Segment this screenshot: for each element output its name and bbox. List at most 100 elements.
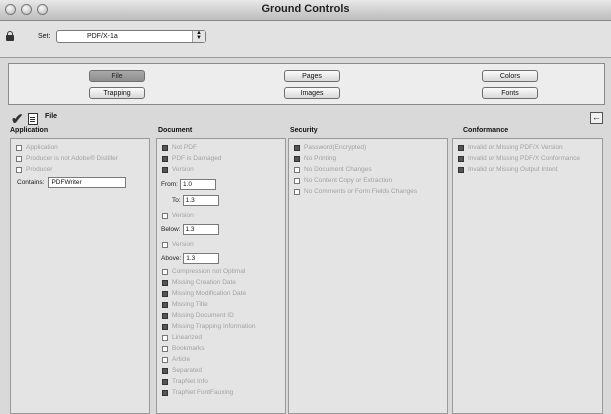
checkbox[interactable] <box>294 166 300 173</box>
nav-button-file[interactable]: File <box>89 70 145 82</box>
checkbox[interactable] <box>294 188 300 195</box>
option-missing-modification-date[interactable]: Missing Modification Date <box>162 290 246 297</box>
option-label: Missing Trapping Information <box>172 323 256 330</box>
option-trapnet-info[interactable]: TrapNet Info <box>162 378 208 385</box>
checkbox[interactable] <box>162 279 168 286</box>
option-missing-document-id[interactable]: Missing Document ID <box>162 312 234 319</box>
nav-button-images[interactable]: Images <box>284 87 340 99</box>
set-select[interactable]: PDF/X-1a ▲ ▼ <box>56 30 206 43</box>
option-separated[interactable]: Separated <box>162 367 202 374</box>
option-invalid-pdfx-version[interactable]: Invalid or Missing PDF/X Version <box>458 144 563 151</box>
option-version-above[interactable]: Version <box>162 241 194 248</box>
nav-button-fonts[interactable]: Fonts <box>482 87 538 99</box>
checkbox[interactable] <box>162 334 168 341</box>
file-controls-area: ✔ File ← Application Document Security C… <box>8 109 603 414</box>
security-header: Security <box>290 127 318 134</box>
option-no-printing[interactable]: No Printing <box>294 155 336 162</box>
lock-icon[interactable] <box>6 31 14 41</box>
option-label: No Comments or Form Fields Changes <box>304 188 418 195</box>
checkbox[interactable] <box>162 345 168 352</box>
option-missing-trapping-info[interactable]: Missing Trapping Information <box>162 323 255 330</box>
option-label: Missing Document ID <box>172 312 234 319</box>
option-missing-creation-date[interactable]: Missing Creation Date <box>162 279 236 286</box>
from-label: From: <box>161 181 178 188</box>
option-invalid-pdfx-conformance[interactable]: Invalid or Missing PDF/X Conformance <box>458 155 580 162</box>
option-label: Producer is not Adobe® Distiller <box>26 155 118 162</box>
conformance-panel: Invalid or Missing PDF/X Version Invalid… <box>452 138 603 414</box>
option-producer-not-distiller[interactable]: Producer is not Adobe® Distiller <box>16 155 118 162</box>
option-label: Invalid or Missing PDF/X Conformance <box>468 155 580 162</box>
conformance-header: Conformance <box>463 127 509 134</box>
set-select-value: PDF/X-1a <box>87 33 118 40</box>
checkbox[interactable] <box>16 144 22 151</box>
checkbox[interactable] <box>16 166 22 173</box>
option-application[interactable]: Application <box>16 144 58 151</box>
title-bar: Ground Controls <box>0 0 611 21</box>
option-password-encrypted[interactable]: Password(Encrypted) <box>294 144 366 151</box>
option-label: No Content Copy or Extraction <box>304 177 393 184</box>
option-pdf-damaged[interactable]: PDF is Damaged <box>162 155 222 162</box>
option-compression[interactable]: Compression not Optimal <box>162 268 245 275</box>
option-no-comments[interactable]: No Comments or Form Fields Changes <box>294 188 417 195</box>
checkbox[interactable] <box>458 144 464 151</box>
to-field[interactable]: 1.3 <box>182 195 219 206</box>
option-producer[interactable]: Producer <box>16 166 52 173</box>
checkbox[interactable] <box>16 155 22 162</box>
option-label: No Document Changes <box>304 166 372 173</box>
checkbox[interactable] <box>162 301 168 308</box>
document-header: Document <box>158 127 193 134</box>
option-linearized[interactable]: Linearized <box>162 334 202 341</box>
checkbox[interactable] <box>162 212 168 219</box>
checkbox[interactable] <box>294 144 300 151</box>
file-icon <box>28 113 38 125</box>
checkbox[interactable] <box>458 155 464 162</box>
below-row: Below: 1.3 <box>161 224 219 235</box>
checkbox[interactable] <box>162 144 168 151</box>
option-label: Compression not Optimal <box>172 268 246 275</box>
above-field[interactable]: 1.3 <box>183 253 220 264</box>
option-trapnet-fontfauxing[interactable]: TrapNet FontFauxing <box>162 389 233 396</box>
option-invalid-output-intent[interactable]: Invalid or Missing Output Intent <box>458 166 558 173</box>
option-label: Invalid or Missing PDF/X Version <box>468 144 563 151</box>
option-article[interactable]: Article <box>162 356 190 363</box>
checkbox[interactable] <box>294 177 300 184</box>
category-nav: File Trapping Pages Images Colors Fonts <box>8 63 605 105</box>
checkbox[interactable] <box>162 389 168 396</box>
contains-row: Contains: PDFWriter <box>17 177 127 188</box>
checkbox[interactable] <box>162 378 168 385</box>
security-panel: Password(Encrypted) No Printing No Docum… <box>288 138 448 414</box>
option-not-pdf[interactable]: Not PDF <box>162 144 197 151</box>
below-label: Below: <box>161 226 181 233</box>
checkbox[interactable] <box>162 356 168 363</box>
document-panel: Not PDF PDF is Damaged Version From: 1.0… <box>156 138 286 414</box>
checkbox[interactable] <box>162 367 168 374</box>
checkbox[interactable] <box>162 312 168 319</box>
checkbox[interactable] <box>162 268 168 275</box>
option-label: TrapNet Info <box>172 378 208 385</box>
option-label: Not PDF <box>172 144 197 151</box>
option-label: TrapNet FontFauxing <box>172 389 234 396</box>
above-row: Above: 1.3 <box>161 253 220 264</box>
checkbox[interactable] <box>162 290 168 297</box>
nav-button-colors[interactable]: Colors <box>482 70 538 82</box>
option-label: Password(Encrypted) <box>304 144 367 151</box>
below-field[interactable]: 1.3 <box>182 224 219 235</box>
option-bookmarks[interactable]: Bookmarks <box>162 345 205 352</box>
checkbox[interactable] <box>162 323 168 330</box>
checkbox[interactable] <box>162 155 168 162</box>
option-version[interactable]: Version <box>162 166 194 173</box>
contains-field[interactable]: PDFWriter <box>48 177 127 188</box>
checkbox[interactable] <box>162 166 168 173</box>
from-field[interactable]: 1.0 <box>179 179 216 190</box>
nav-button-trapping[interactable]: Trapping <box>89 87 145 99</box>
option-no-content-copy[interactable]: No Content Copy or Extraction <box>294 177 392 184</box>
nav-button-pages[interactable]: Pages <box>284 70 340 82</box>
option-no-document-changes[interactable]: No Document Changes <box>294 166 372 173</box>
option-label: Missing Title <box>172 301 208 308</box>
checkbox[interactable] <box>458 166 464 173</box>
option-version-below[interactable]: Version <box>162 212 194 219</box>
checkbox[interactable] <box>162 241 168 248</box>
checkbox[interactable] <box>294 155 300 162</box>
back-arrow-button[interactable]: ← <box>590 112 603 124</box>
option-missing-title[interactable]: Missing Title <box>162 301 208 308</box>
